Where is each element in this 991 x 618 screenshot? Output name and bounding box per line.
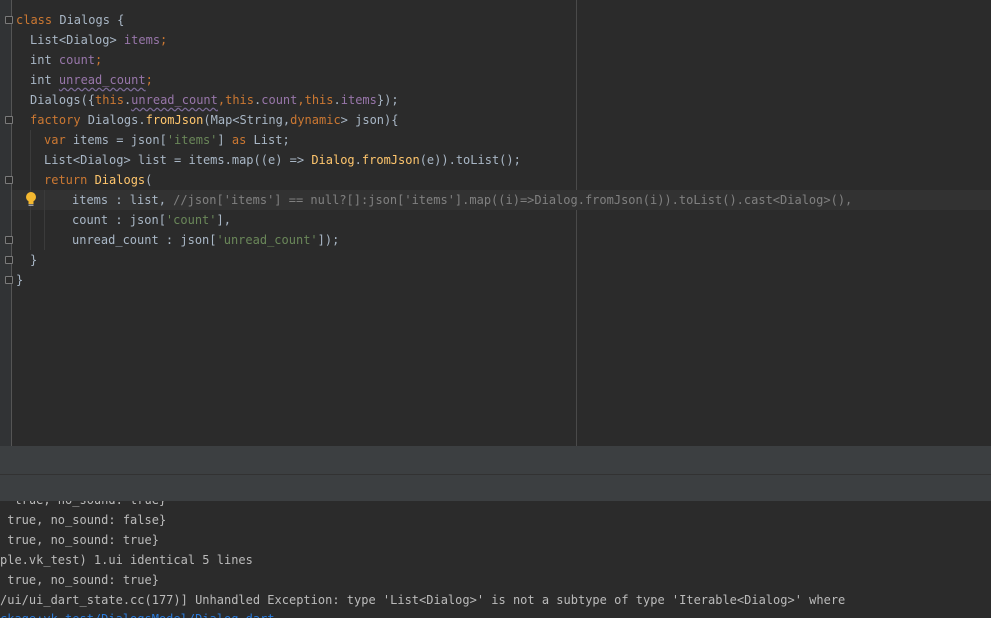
code-line: count : json['count'], <box>72 213 231 227</box>
console-toolbar <box>0 474 991 502</box>
code-line: int count; <box>30 53 103 67</box>
code-line: List<Dialog> list = items.map((e) => Dia… <box>44 153 521 167</box>
console-line: true, no_sound: true} <box>0 501 166 510</box>
code-line: int unread_count; <box>30 73 153 87</box>
code-line: factory Dialogs.fromJson(Map<String,dyna… <box>30 113 399 127</box>
indent-guide <box>30 130 31 250</box>
console-line: true, no_sound: true} <box>0 573 159 587</box>
fold-marker-icon[interactable] <box>5 256 13 264</box>
console-line-exception: /ui/ui_dart_state.cc(177)] Unhandled Exc… <box>0 593 846 607</box>
code-line: class Dialogs { <box>16 13 125 27</box>
fold-marker-icon[interactable] <box>5 176 13 184</box>
console-line: true, no_sound: true} <box>0 533 159 547</box>
console-line: ple.vk_test) 1.ui identical 5 lines <box>0 553 253 567</box>
code-line: Dialogs({this.unread_count,this.count,th… <box>30 93 399 107</box>
right-margin-guide <box>576 0 577 446</box>
code-line: var items = json['items'] as List; <box>44 133 290 147</box>
indent-guide <box>44 190 45 250</box>
panel-splitter[interactable] <box>0 446 991 475</box>
console-file-link[interactable]: ckage:vk_test/DialogsModel/Dialog.dart <box>0 609 275 618</box>
code-line: List<Dialog> items; <box>30 33 168 47</box>
code-line: } <box>30 253 38 267</box>
run-console[interactable]: true, no_sound: true} true, no_sound: fa… <box>0 501 991 618</box>
console-line: true, no_sound: false} <box>0 513 167 527</box>
fold-marker-icon[interactable] <box>5 236 13 244</box>
code-line: } <box>16 273 24 287</box>
code-line-current: items : list, //json['items'] == null?[]… <box>72 193 853 207</box>
editor-gutter <box>0 0 12 446</box>
fold-marker-icon[interactable] <box>5 16 13 24</box>
fold-marker-icon[interactable] <box>5 116 13 124</box>
code-editor[interactable]: class Dialogs { List<Dialog> items; int … <box>0 0 991 446</box>
code-line: unread_count : json['unread_count']); <box>72 233 340 247</box>
code-line: return Dialogs( <box>44 173 153 187</box>
lightbulb-icon[interactable] <box>24 191 38 209</box>
fold-marker-icon[interactable] <box>5 276 13 284</box>
